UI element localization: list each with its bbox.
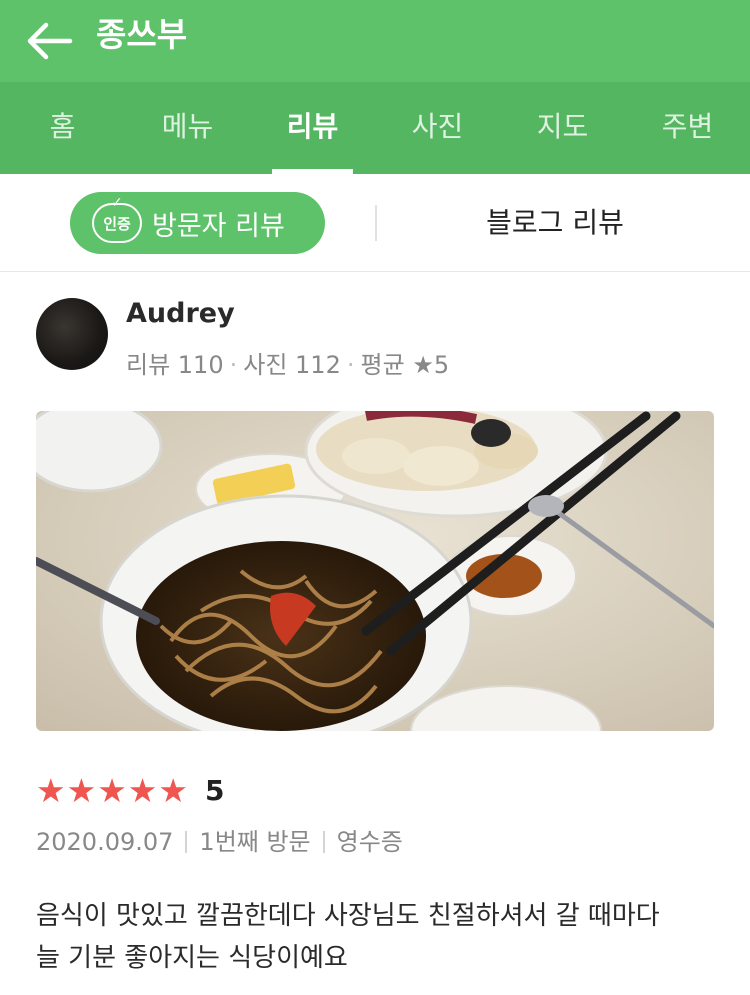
review-photo[interactable] bbox=[36, 411, 714, 731]
average-label: 평균 bbox=[360, 351, 405, 379]
tab-home[interactable]: 홈 bbox=[0, 82, 125, 174]
visitor-review-tab[interactable]: ✓ 인증 방문자 리뷰 bbox=[70, 192, 325, 254]
receipt-label: 영수증 bbox=[336, 828, 403, 856]
review-text-line-1: 음식이 맛있고 깔끔한데다 사장님도 친절하셔서 갈 때마다 bbox=[36, 901, 660, 931]
back-button[interactable] bbox=[22, 14, 76, 68]
star-icon: ★ bbox=[66, 770, 98, 810]
review-meta: 2020.09.07 1번째 방문 영수증 bbox=[36, 822, 403, 857]
review-text: 음식이 맛있고 깔끔한데다 사장님도 친절하셔서 갈 때마다 늘 기분 좋아지는… bbox=[36, 895, 716, 979]
avatar[interactable] bbox=[36, 298, 108, 370]
visit-count: 1번째 방문 bbox=[199, 828, 311, 856]
check-icon: ✓ bbox=[111, 195, 123, 211]
star-icon: ★ bbox=[97, 770, 128, 810]
average-value: 5 bbox=[433, 351, 450, 379]
visitor-review-label: 방문자 리뷰 bbox=[152, 210, 285, 242]
star-icon: ★ bbox=[36, 770, 67, 810]
rating-value: 5 bbox=[204, 773, 225, 807]
app-header: 종쓰부 bbox=[0, 0, 750, 82]
reviewer-name[interactable]: Audrey bbox=[126, 298, 235, 329]
tab-menu[interactable]: 메뉴 bbox=[125, 82, 250, 174]
certified-badge-icon: ✓ 인증 bbox=[92, 195, 142, 243]
main-tabs: 홈 메뉴 리뷰 사진 지도 주변 bbox=[0, 82, 750, 174]
tab-map[interactable]: 지도 bbox=[500, 82, 625, 174]
tab-photos[interactable]: 사진 bbox=[375, 82, 500, 174]
review-count: 리뷰 110 bbox=[126, 351, 224, 379]
reviewer-stats: 리뷰 110 · 사진 112 · 평균 ★5 bbox=[126, 351, 450, 379]
tab-reviews[interactable]: 리뷰 bbox=[250, 82, 375, 174]
star-icon: ★ bbox=[412, 351, 434, 379]
page-title: 종쓰부 bbox=[96, 15, 188, 54]
star-icon: ★ bbox=[158, 770, 189, 810]
tab-nearby[interactable]: 주변 bbox=[625, 82, 750, 174]
blog-review-tab[interactable]: 블로그 리뷰 bbox=[440, 192, 670, 254]
review-date: 2020.09.07 bbox=[36, 828, 174, 856]
review-text-line-2: 늘 기분 좋아지는 식당이예요 bbox=[36, 943, 348, 973]
rating-row: ★★★★★ 5 bbox=[36, 770, 224, 810]
star-icon: ★ bbox=[127, 770, 159, 810]
rating-stars: ★★★★★ bbox=[36, 771, 189, 810]
back-arrow-icon bbox=[27, 22, 73, 60]
certified-badge-label: 인증 bbox=[103, 214, 131, 233]
subtab-divider bbox=[375, 205, 377, 241]
photo-count: 사진 112 bbox=[243, 351, 341, 379]
jajangmyeon-photo-image bbox=[36, 411, 714, 731]
